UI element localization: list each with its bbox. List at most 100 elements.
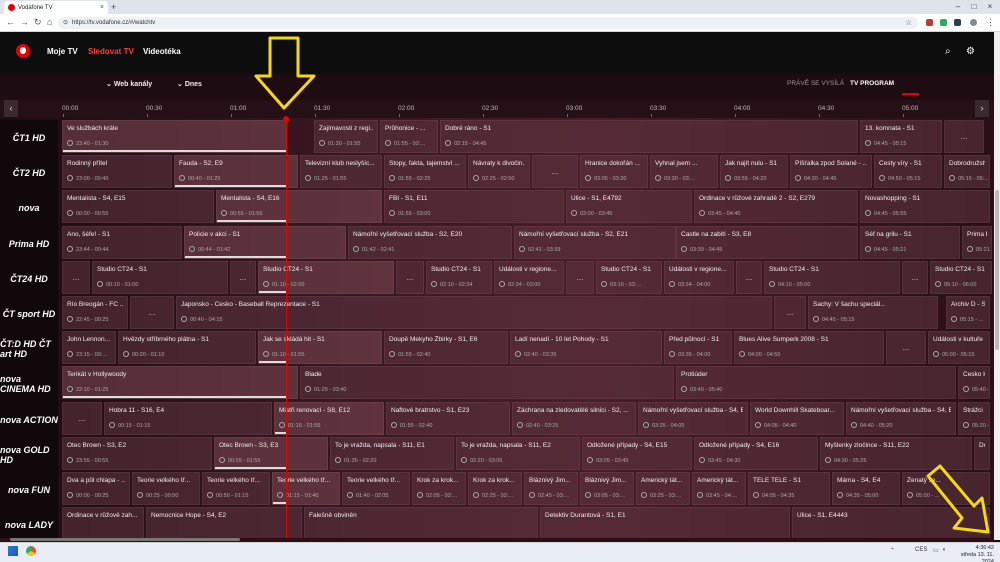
program-cell[interactable]: Policie v akci - S1 00:44 - 01:42	[184, 226, 346, 259]
program-cell[interactable]: Hobra 11 - S16, E4 00:15 - 01:15	[104, 402, 272, 435]
program-cell[interactable]: Rodinný přítel 23:00 - 00:40	[62, 155, 172, 188]
channel-logo[interactable]: ČT:D HD ČT art HD	[0, 331, 58, 367]
program-cell[interactable]: ...	[886, 331, 926, 364]
channel-logo[interactable]: nova ACTION	[0, 402, 58, 438]
program-cell[interactable]: ...	[62, 261, 90, 294]
timeline-prev-button[interactable]: ‹	[4, 100, 18, 117]
program-cell[interactable]: Novashopping - S1 04:45 - 05:55	[860, 190, 990, 223]
program-cell[interactable]: ...	[396, 261, 424, 294]
program-cell[interactable]: Před půlnocí - S1 03:35 - 04:00	[664, 331, 732, 364]
program-cell[interactable]: Hvězdy stříbrného plátna - S1 00:20 - 01:…	[118, 331, 256, 364]
program-cell[interactable]: Protiúder 03:40 - 05:40	[676, 366, 956, 399]
program-cell[interactable]: Cesty víry - S1 04:50 - 05:15	[874, 155, 942, 188]
program-cell[interactable]: To je vražda, napsala - S11, E1 01:35 - 0…	[330, 437, 454, 470]
browser-menu-icon[interactable]: ⋮	[986, 17, 995, 28]
maximize-icon[interactable]: □	[966, 0, 982, 14]
program-cell[interactable]: Naftové bratrstvo - S1, E23 01:55 - 02:40	[386, 402, 510, 435]
horizontal-scroll-thumb[interactable]	[10, 538, 240, 541]
channel-logo[interactable]: ČT2 HD	[0, 155, 58, 191]
channel-logo[interactable]: ČT1 HD	[0, 120, 58, 156]
program-cell[interactable]: Mistři renovací - S8, E12 01:15 - 01:55	[274, 402, 384, 435]
close-window-icon[interactable]: ×	[982, 0, 998, 14]
program-cell[interactable]: Jak najít nulu - S1 03:55 - 04:20	[720, 155, 788, 188]
program-cell[interactable]: Studio ČT24 - S1 05:10 - 06:00	[930, 261, 992, 294]
filter-dnes[interactable]: ⌄ Dnes	[177, 80, 202, 88]
program-cell[interactable]: Krok za krok... 02:25 - 02:...	[468, 472, 522, 505]
tab-prave-se-vysila[interactable]: PRÁVĚ SE VYSÍLÁ	[787, 80, 844, 87]
program-cell[interactable]: Studio ČT24 - S1 00:10 - 01:00	[92, 261, 228, 294]
home-icon[interactable]: ⌂	[47, 17, 52, 28]
program-cell[interactable]: TELE TELE - S1 04:05 - 04:35	[748, 472, 830, 505]
program-cell[interactable]: Bláznivý Jim... 02:45 - 03:...	[524, 472, 578, 505]
program-cell[interactable]: Mentalista - S4, E16 00:55 - 01:55	[216, 190, 382, 223]
program-cell[interactable]: Dobré ráno - S1 02:15 - 04:45	[440, 120, 858, 153]
program-cell[interactable]: World Downhill Skateboar... 04:05 - 04:40	[750, 402, 844, 435]
program-cell[interactable]: Otec Brown - S3, E2 23:55 - 00:55	[62, 437, 212, 470]
language-indicator[interactable]: CES	[915, 547, 927, 553]
program-cell[interactable]: Česko k... 05:40 - ...	[958, 366, 990, 399]
channel-logo[interactable]: nova CINEMA HD	[0, 366, 58, 402]
program-cell[interactable]: Archiv D - S1 05:15 - ...	[946, 296, 990, 329]
minimize-icon[interactable]: –	[950, 0, 966, 14]
program-cell[interactable]: Záchrana na zledovatělé silnici - S2, ..…	[512, 402, 636, 435]
program-cell[interactable]: Jak se skládá hit - S1 01:10 - 01:55	[258, 331, 382, 364]
program-cell[interactable]: Blues Alive Šumperk 2008 - S1 04:00 - 04:…	[734, 331, 884, 364]
close-tab-icon[interactable]: ×	[100, 4, 104, 11]
extension-icon[interactable]	[954, 19, 961, 26]
nav-videoteka[interactable]: Videotéka	[143, 47, 181, 56]
timeline-next-button[interactable]: ›	[975, 100, 989, 117]
program-cell[interactable]: Námořní vyšetřovací služba - S4, E5 04:40…	[846, 402, 956, 435]
program-cell[interactable]: To je vražda, napsala - S11, E2 02:20 - 0…	[456, 437, 580, 470]
network-icon[interactable]: ▭	[933, 547, 939, 554]
program-cell[interactable]: Události v kultuře 05:00 - 05:15	[928, 331, 990, 364]
channel-logo[interactable]: ČT sport HD	[0, 296, 58, 332]
gear-icon[interactable]: ⚙	[966, 46, 975, 57]
program-cell[interactable]: Otec Brown - S3, E3 00:55 - 01:55	[214, 437, 328, 470]
program-cell[interactable]: Nemocnice Hope - S4, E2	[146, 507, 302, 540]
program-cell[interactable]: Šéf na grilu - S1 04:45 - 05:21	[860, 226, 960, 259]
nav-sledovat-tv[interactable]: Sledovat TV	[88, 47, 134, 56]
program-cell[interactable]: ...	[532, 155, 578, 188]
program-cell[interactable]: ...	[62, 402, 102, 435]
program-cell[interactable]: Studio ČT24 - S1 02:10 - 02:34	[426, 261, 492, 294]
program-cell[interactable]: Námořní vyšetřovací služba - S2, E20 01:4…	[348, 226, 512, 259]
program-cell[interactable]: Teorie velkého tř... 00:50 - 01:15	[202, 472, 270, 505]
taskbar-clock[interactable]: 4:36:42 středa 13. 11. 2024	[952, 545, 994, 562]
program-cell[interactable]: Průhonice - ... 01:55 - 02:...	[380, 120, 438, 153]
program-cell[interactable]: Dobrodružství... 05:15 - 05:...	[944, 155, 990, 188]
program-cell[interactable]: Bláznivý Jim... 03:05 - 03:...	[580, 472, 634, 505]
profile-avatar[interactable]	[970, 19, 977, 26]
filter-web-kanaly[interactable]: ⌄ Web kanály	[106, 80, 152, 88]
program-cell[interactable]: Máma - S4, E4 04:35 - 05:00	[832, 472, 900, 505]
nav-moje-tv[interactable]: Moje TV	[47, 47, 78, 56]
program-cell[interactable]: Ano, šéfe! - S1 23:44 - 00:44	[62, 226, 182, 259]
shield-extension-icon[interactable]	[940, 19, 947, 26]
program-cell[interactable]: Terikát v Hollywoody 22:10 - 01:25	[62, 366, 298, 399]
program-cell[interactable]: Strážci h... 05:20 - ...	[958, 402, 990, 435]
channel-logo[interactable]: nova LADY	[0, 507, 58, 540]
program-cell[interactable]: Río Breogán - FC ... 22:45 - 00:25	[62, 296, 128, 329]
program-cell[interactable]: Vyhnal jsem ... 03:30 - 03:...	[650, 155, 718, 188]
program-cell[interactable]: Krok za krok... 02:05 - 02:...	[412, 472, 466, 505]
program-cell[interactable]: Doupě Mekyho Žbirky - S1, E6 01:55 - 02:4…	[384, 331, 508, 364]
program-cell[interactable]: ...	[774, 296, 806, 329]
program-cell[interactable]: John Lennon... 23:15 - 00:...	[62, 331, 116, 364]
program-cell[interactable]: Teorie velkého tř... 01:15 - 01:40	[272, 472, 340, 505]
program-cell[interactable]: Námořní vyšetřovací služba - S2, E21 02:4…	[514, 226, 676, 259]
program-cell[interactable]: Americký tát... 03:25 - 03:...	[636, 472, 690, 505]
program-cell[interactable]: Píšťalka zpod Solané - ... 04:20 - 04:45	[790, 155, 872, 188]
program-cell[interactable]: ...	[944, 120, 984, 153]
flag-extension-icon[interactable]	[926, 19, 933, 26]
channel-logo[interactable]: nova	[0, 190, 58, 226]
program-cell[interactable]: Teorie velkého tř... 00:25 - 00:50	[132, 472, 200, 505]
program-cell[interactable]: Studio ČT24 - S1 01:10 - 02:00	[258, 261, 394, 294]
program-cell[interactable]: Ladí nenadí - 10 let Pohody - S1 02:40 - …	[510, 331, 662, 364]
program-cell[interactable]: Námořní vyšetřovací služba - S4, E5 03:25…	[638, 402, 748, 435]
program-cell[interactable]: Události v regione... 03:34 - 04:00	[664, 261, 734, 294]
program-cell[interactable]: Televizní klub neslyšíc... 01:25 - 01:55	[300, 155, 382, 188]
forward-icon[interactable]: →	[20, 17, 29, 28]
channel-logo[interactable]: Prima HD	[0, 226, 58, 262]
channel-logo[interactable]: nova GOLD HD	[0, 437, 58, 473]
program-cell[interactable]: Mentalista - S4, E15 00:00 - 00:55	[62, 190, 214, 223]
program-cell[interactable]: Odložené případy - S4, E16 03:45 - 04:30	[694, 437, 818, 470]
